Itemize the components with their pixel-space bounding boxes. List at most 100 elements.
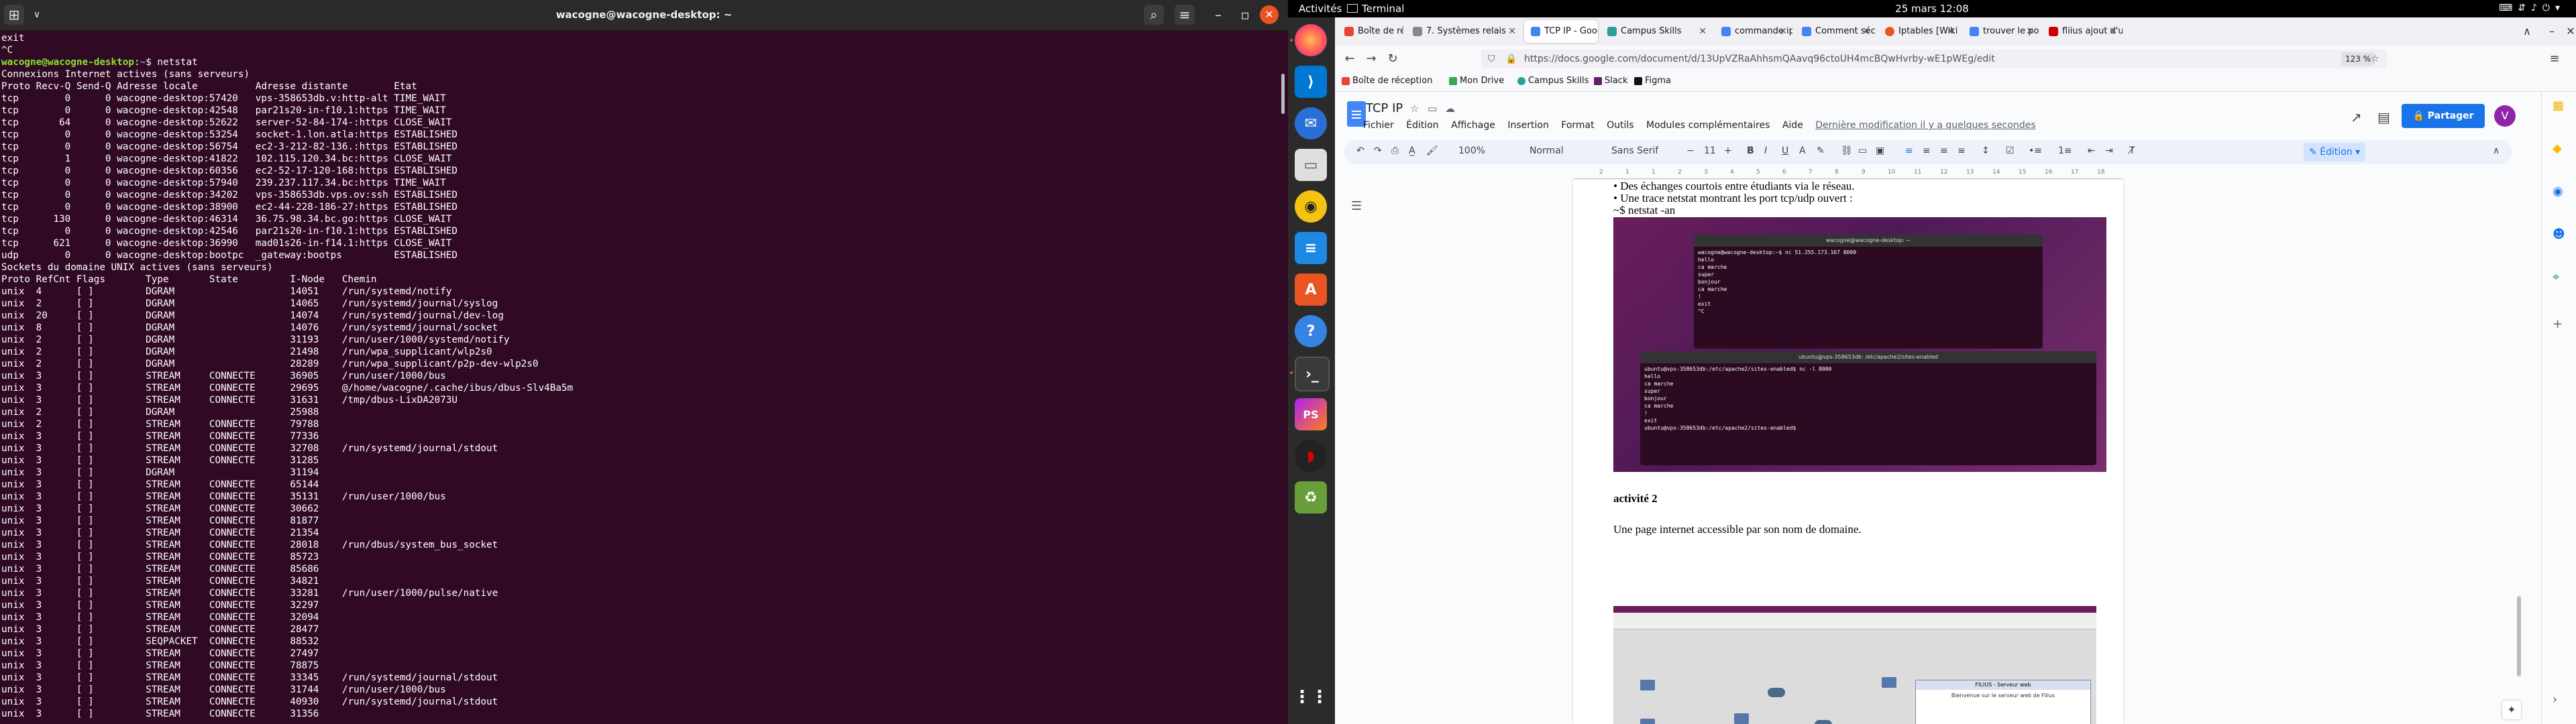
minimize-icon[interactable]: – bbox=[1208, 5, 1228, 25]
menu-fichier[interactable]: Fichier bbox=[1363, 120, 1394, 131]
align-right-icon[interactable]: ≡ bbox=[1940, 145, 1948, 156]
doc-text-paragraph[interactable]: Une page internet accessible par son nom… bbox=[1613, 523, 1862, 536]
increase-font-size-icon[interactable]: + bbox=[1724, 145, 1732, 156]
menu-format[interactable]: Format bbox=[1561, 120, 1594, 131]
firefox-icon[interactable] bbox=[1295, 24, 1327, 56]
terminal-scrollbar[interactable] bbox=[1281, 74, 1285, 114]
cisco-packet-tracer-icon[interactable]: ◗ bbox=[1295, 440, 1327, 472]
netcat-screenshot-image[interactable]: wacogne@wacogne-desktop: ~ wacogne@wacog… bbox=[1613, 217, 2106, 472]
line-spacing-icon[interactable]: ↕ bbox=[1982, 145, 1990, 156]
menu-modules[interactable]: Modules complémentaires bbox=[1646, 120, 1770, 131]
filius-network-screenshot-image[interactable]: FILIUS - Serveur web Bienvenue sur le se… bbox=[1613, 606, 2096, 724]
close-icon[interactable]: ✕ bbox=[1260, 5, 1279, 24]
files-icon[interactable]: ▭ bbox=[1295, 149, 1327, 181]
justify-icon[interactable]: ≡ bbox=[1957, 145, 1966, 156]
tasks-icon[interactable]: ◉ bbox=[2553, 184, 2563, 198]
clock[interactable]: 25 mars 12:08 bbox=[1288, 3, 2576, 15]
underline-icon[interactable]: U bbox=[1782, 145, 1788, 156]
trash-icon[interactable]: ♻ bbox=[1295, 481, 1327, 514]
libreoffice-writer-icon[interactable]: ≡ bbox=[1295, 232, 1327, 264]
ruler[interactable]: 2 1 1 2 3 4 5 6 7 8 9 10 11 12 13 14 15 16 17 18 bbox=[1573, 169, 2123, 179]
doc-text-bullet1[interactable]: • Des échanges courtois entre étudiants … bbox=[1613, 180, 1855, 193]
highlight-icon[interactable]: ✎ bbox=[1817, 145, 1825, 156]
calendar-icon[interactable]: ▦ bbox=[2553, 99, 2564, 113]
document-scrollbar[interactable] bbox=[2517, 596, 2521, 676]
menu-aide[interactable]: Aide bbox=[1782, 120, 1803, 131]
network-icon[interactable]: ⇵ bbox=[2518, 3, 2531, 13]
terminal-icon[interactable]: ›_ bbox=[1295, 357, 1330, 391]
keep-icon[interactable]: ◆ bbox=[2553, 141, 2562, 156]
terminal-titlebar[interactable]: wacogne@wacogne-desktop: ~ ⊞ ∨ ⌕ ≡ – ▫ ✕ bbox=[0, 0, 1288, 31]
bold-icon[interactable]: B bbox=[1747, 145, 1754, 156]
add-comment-icon[interactable]: ▭ bbox=[1858, 145, 1867, 156]
bookmark-drive[interactable]: Mon Drive bbox=[1449, 76, 1504, 86]
avatar[interactable]: V bbox=[2494, 105, 2516, 127]
contacts-icon[interactable]: ☻ bbox=[2553, 227, 2565, 241]
hide-menus-icon[interactable]: ∧ bbox=[2493, 145, 2500, 156]
bookmark-gmail[interactable]: Boîte de réception bbox=[1342, 76, 1432, 86]
bookmark-campus-skills[interactable]: Campus Skills bbox=[1517, 76, 1589, 86]
tab-campus-skills[interactable]: Campus Skills ✕ bbox=[1601, 20, 1712, 43]
decrease-indent-icon[interactable]: ⇤ bbox=[2088, 145, 2096, 156]
volume-icon[interactable]: ♪ bbox=[2531, 3, 2542, 13]
redo-icon[interactable]: ↷ bbox=[1374, 145, 1382, 156]
close-tab-icon[interactable]: ✕ bbox=[1699, 20, 1707, 43]
close-tab-icon[interactable]: ✕ bbox=[1947, 20, 1955, 43]
tab-menu-chevron-icon[interactable]: ∨ bbox=[27, 5, 47, 25]
menu-outils[interactable]: Outils bbox=[1607, 120, 1633, 131]
last-edit-link[interactable]: Dernière modification il y a quelques se… bbox=[1815, 120, 2035, 131]
document-page[interactable]: • Des échanges courtois entre étudiants … bbox=[1573, 180, 2123, 724]
power-icon[interactable]: ⏻ bbox=[2542, 3, 2555, 13]
minimize-icon[interactable]: – bbox=[2542, 22, 2561, 41]
terminal-window[interactable]: wacogne@wacogne-desktop: ~ ⊞ ∨ ⌕ ≡ – ▫ ✕… bbox=[0, 0, 1288, 724]
bookmark-star-icon[interactable]: ☆ bbox=[2371, 50, 2379, 68]
share-button[interactable]: 🔒 Partager bbox=[2402, 104, 2485, 128]
tab-comment-securiser[interactable]: Comment sécuris✕ bbox=[1795, 20, 1876, 43]
tab-commande-ip[interactable]: commande ip linu✕ bbox=[1715, 20, 1792, 43]
lock-icon[interactable]: 🔒 bbox=[1505, 50, 1517, 68]
app-menu-icon[interactable]: ≡ bbox=[2545, 50, 2564, 68]
spellcheck-icon[interactable]: A̲ bbox=[1409, 145, 1415, 156]
tab-filius[interactable]: fliius ajout d'un s✕ bbox=[2042, 20, 2123, 43]
move-folder-icon[interactable]: ▭ bbox=[1428, 103, 1437, 115]
firefox-window[interactable]: Boîte de réception 7. Systèmes relais✕ T… bbox=[1335, 17, 2576, 724]
maximize-icon[interactable]: ▫ bbox=[1235, 5, 1255, 25]
align-center-icon[interactable]: ≡ bbox=[1923, 145, 1931, 156]
phpstorm-icon[interactable]: PS bbox=[1295, 398, 1327, 430]
get-addons-icon[interactable]: + bbox=[2553, 317, 2563, 331]
font-size-input[interactable]: 11 bbox=[1704, 145, 1716, 156]
forward-icon[interactable]: → bbox=[1362, 50, 1381, 68]
bookmark-slack[interactable]: Slack bbox=[1594, 76, 1628, 86]
zoom-level-badge[interactable]: 123 % bbox=[2341, 52, 2375, 66]
link-icon[interactable]: ⛓ bbox=[1841, 145, 1853, 156]
paint-format-icon[interactable]: 🖌 bbox=[1426, 145, 1438, 156]
search-icon[interactable]: ⌕ bbox=[1144, 5, 1164, 25]
google-docs-app[interactable]: TCP IP ☆ ▭ ☁ Fichier Édition Affichage I… bbox=[1335, 92, 2576, 724]
hamburger-menu-icon[interactable]: ≡ bbox=[1175, 5, 1195, 25]
italic-icon[interactable]: I bbox=[1764, 145, 1767, 156]
rhythmbox-icon[interactable]: ◉ bbox=[1295, 190, 1327, 223]
doc-heading-activite-2[interactable]: activité 2 bbox=[1613, 492, 1658, 505]
comment-history-icon[interactable]: ▤ bbox=[2377, 109, 2390, 125]
vscode-icon[interactable]: ⟩ bbox=[1295, 66, 1327, 98]
thunderbird-icon[interactable]: ✉ bbox=[1295, 107, 1327, 139]
tab-gmail[interactable]: Boîte de réception bbox=[1338, 20, 1403, 43]
document-outline-icon[interactable]: ☰ bbox=[1351, 199, 1362, 213]
close-tab-icon[interactable]: ✕ bbox=[2026, 20, 2034, 43]
maps-icon[interactable]: ⌖ bbox=[2553, 270, 2559, 284]
show-apps-icon[interactable]: ⋮⋮ bbox=[1293, 681, 1328, 713]
bulleted-list-icon[interactable]: •≡ bbox=[2029, 145, 2042, 156]
decrease-font-size-icon[interactable]: − bbox=[1686, 145, 1695, 156]
reload-icon[interactable]: ↻ bbox=[1383, 50, 1402, 68]
text-color-icon[interactable]: A bbox=[1799, 145, 1806, 156]
menu-affichage[interactable]: Affichage bbox=[1451, 120, 1495, 131]
checklist-icon[interactable]: ☑ bbox=[2006, 145, 2015, 156]
close-tab-icon[interactable]: ✕ bbox=[2109, 20, 2117, 43]
tab-trouver-le-port[interactable]: trouver le port d'u✕ bbox=[1963, 20, 2039, 43]
close-tab-icon[interactable]: ✕ bbox=[1779, 20, 1787, 43]
url-text[interactable]: https://docs.google.com/document/d/13UpV… bbox=[1524, 50, 1995, 68]
keyboard-icon[interactable]: ⌨ bbox=[2499, 3, 2518, 13]
tab-iptables-wiki[interactable]: Iptables [Wiki ubu✕ bbox=[1878, 20, 1960, 43]
tray-menu-chevron-icon[interactable]: ▾ bbox=[2555, 3, 2565, 13]
tab-tcp-ip-google-docs[interactable]: TCP IP - Google Do bbox=[1524, 20, 1598, 43]
